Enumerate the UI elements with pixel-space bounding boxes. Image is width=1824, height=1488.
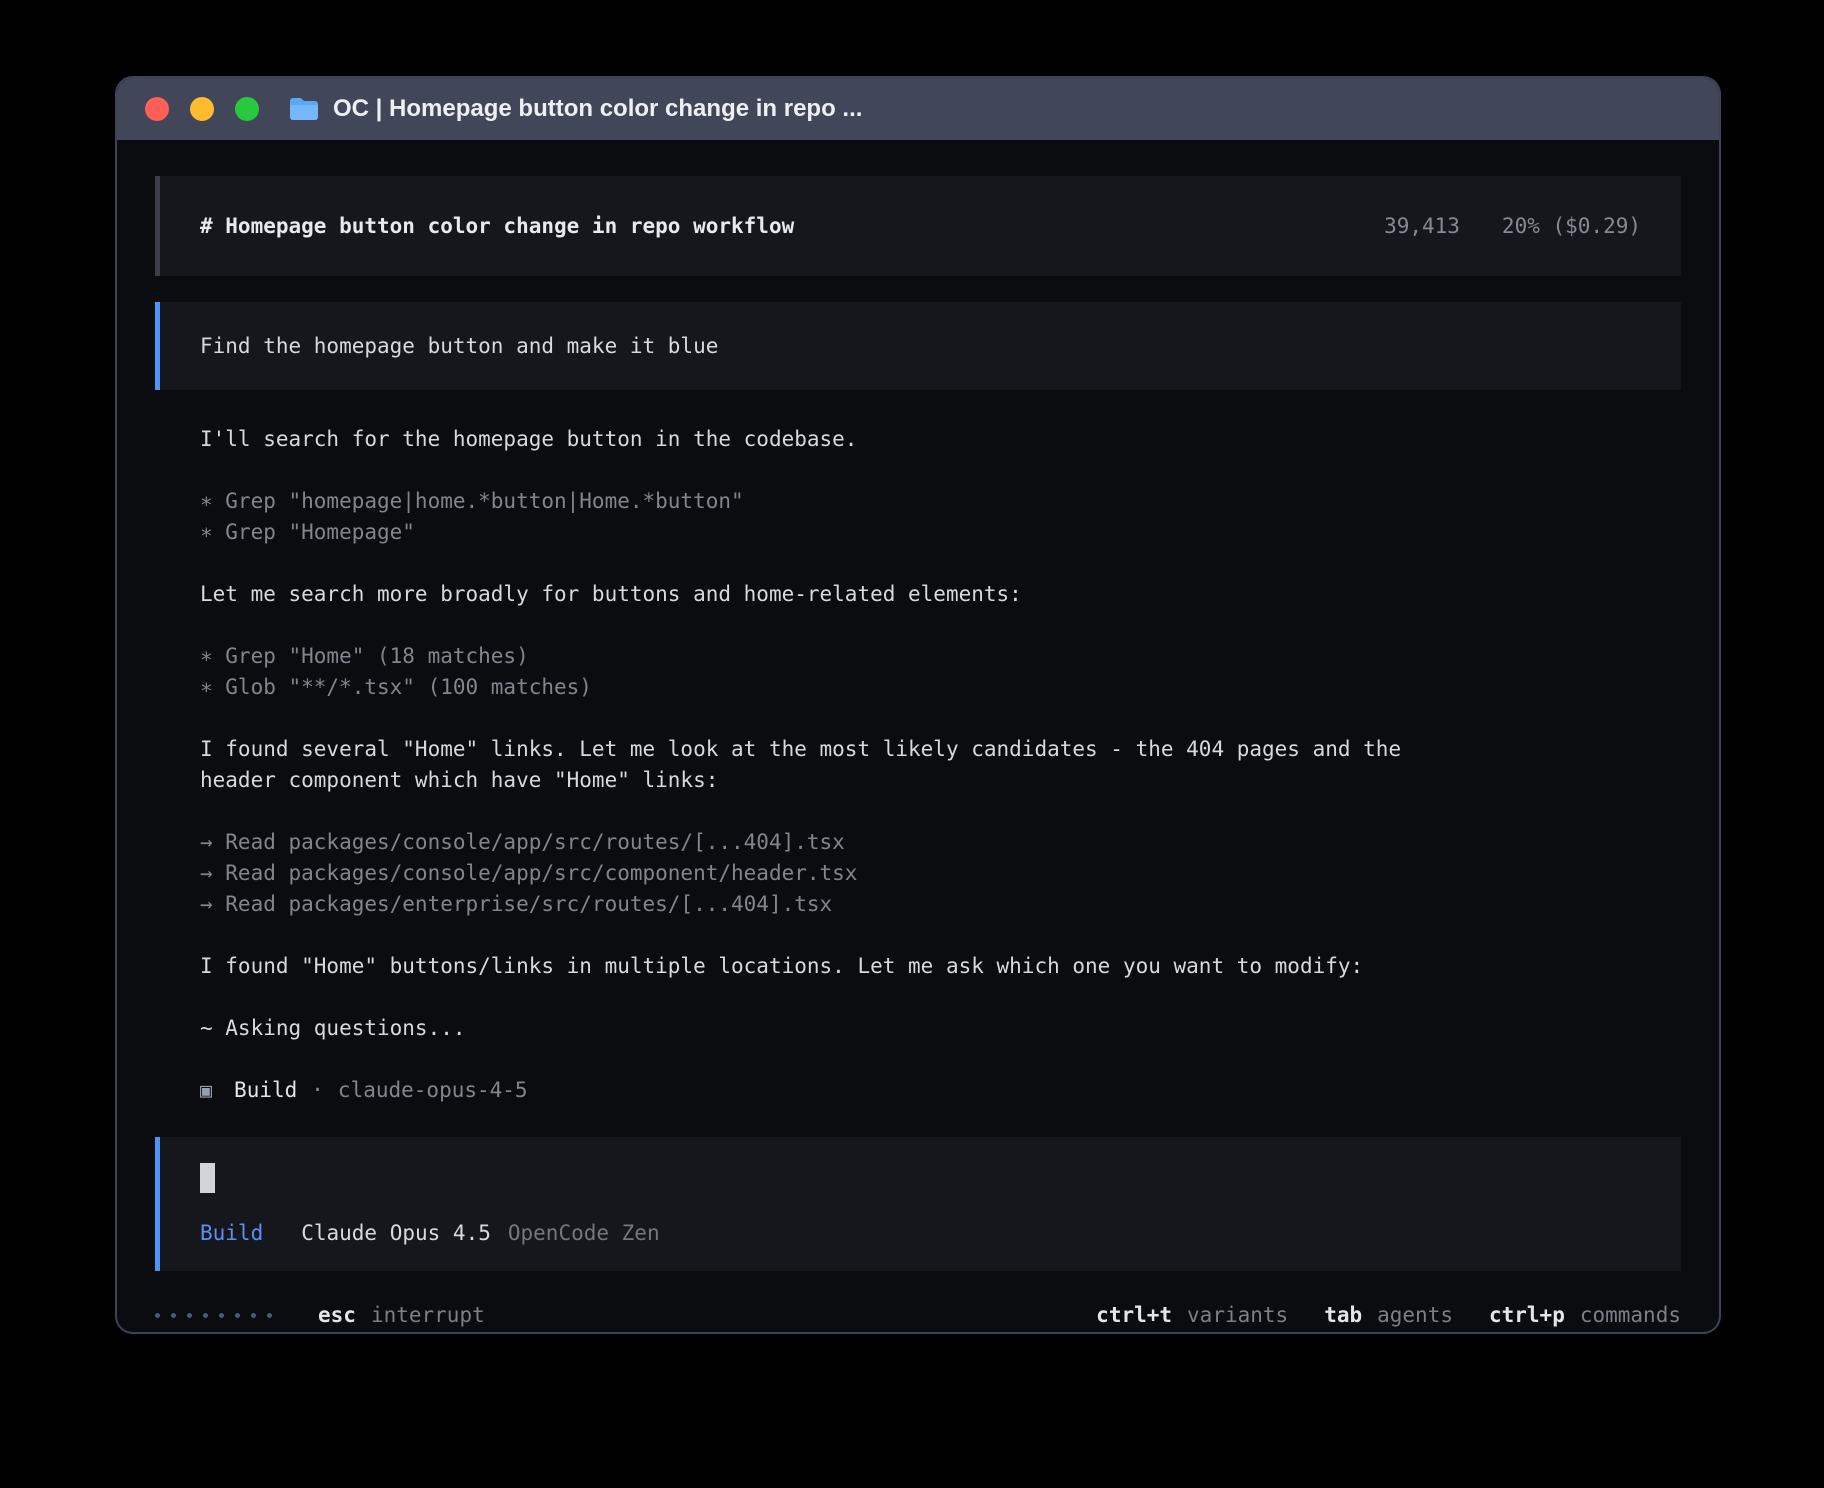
zoom-button[interactable]: [235, 97, 259, 121]
user-message-text: Find the homepage button and make it blu…: [200, 334, 718, 358]
text-cursor: [200, 1163, 215, 1193]
folder-icon: [289, 97, 319, 121]
tool-call-read[interactable]: → Read packages/console/app/src/componen…: [200, 858, 1681, 889]
agent-icon: ▣: [200, 1075, 212, 1106]
session-header: # Homepage button color change in repo w…: [155, 176, 1681, 276]
tool-call-grep[interactable]: ∗ Grep "homepage|home.*button|Home.*butt…: [200, 486, 1681, 517]
session-stats: 39,413 20% ($0.29): [1384, 214, 1641, 238]
traffic-lights: [145, 97, 259, 121]
model-label[interactable]: Claude Opus 4.5: [301, 1221, 491, 1245]
model-status-line: Build Claude Opus 4.5 OpenCode Zen: [200, 1221, 1641, 1245]
close-button[interactable]: [145, 97, 169, 121]
tool-call-grep[interactable]: ∗ Grep "Homepage": [200, 517, 1681, 548]
esc-key: esc: [318, 1303, 356, 1327]
esc-shortcut[interactable]: esc interrupt: [318, 1303, 485, 1327]
conversation: I'll search for the homepage button in t…: [200, 424, 1681, 1137]
assistant-text: I found "Home" buttons/links in multiple…: [200, 951, 1681, 982]
prompt-input[interactable]: Build Claude Opus 4.5 OpenCode Zen: [155, 1137, 1681, 1271]
tool-call-grep[interactable]: ∗ Grep "Home" (18 matches): [200, 641, 1681, 672]
footer-shortcuts: ctrl+t variants tab agents ctrl+p commands: [1096, 1303, 1681, 1327]
session-title: # Homepage button color change in repo w…: [200, 214, 794, 238]
shortcut-label: commands: [1580, 1303, 1681, 1327]
shortcut-key: ctrl+t: [1096, 1303, 1172, 1327]
window-title: OC | Homepage button color change in rep…: [333, 95, 862, 123]
provider-label: OpenCode Zen: [508, 1221, 660, 1245]
shortcut-agents[interactable]: tab agents: [1324, 1303, 1453, 1327]
shortcut-key: tab: [1324, 1303, 1362, 1327]
agent-status-line: ▣ Build · claude-opus-4-5: [200, 1075, 1681, 1106]
assistant-text: header component which have "Home" links…: [200, 765, 1681, 796]
shortcut-commands[interactable]: ctrl+p commands: [1489, 1303, 1681, 1327]
titlebar[interactable]: OC | Homepage button color change in rep…: [117, 78, 1719, 140]
assistant-text: Let me search more broadly for buttons a…: [200, 579, 1681, 610]
spinner-icon: [155, 1313, 272, 1318]
titlebar-title-wrap: OC | Homepage button color change in rep…: [289, 95, 862, 123]
agent-model: claude-opus-4-5: [338, 1075, 528, 1106]
tool-call-read[interactable]: → Read packages/enterprise/src/routes/[.…: [200, 889, 1681, 920]
shortcut-variants[interactable]: ctrl+t variants: [1096, 1303, 1288, 1327]
terminal-content: # Homepage button color change in repo w…: [117, 140, 1719, 1332]
terminal-window: OC | Homepage button color change in rep…: [115, 76, 1721, 1334]
tool-call-glob[interactable]: ∗ Glob "**/*.tsx" (100 matches): [200, 672, 1681, 703]
minimize-button[interactable]: [190, 97, 214, 121]
status-bar: esc interrupt ctrl+t variants tab agents ct…: [155, 1299, 1681, 1331]
context-usage: 20% ($0.29): [1502, 214, 1641, 238]
assistant-text: I found several "Home" links. Let me loo…: [200, 734, 1681, 765]
agent-separator: ·: [311, 1075, 324, 1106]
shortcut-label: agents: [1377, 1303, 1453, 1327]
esc-label: interrupt: [371, 1303, 485, 1327]
assistant-text: I'll search for the homepage button in t…: [200, 424, 1681, 455]
shortcut-label: variants: [1187, 1303, 1288, 1327]
shortcut-key: ctrl+p: [1489, 1303, 1565, 1327]
user-message-block: Find the homepage button and make it blu…: [155, 302, 1681, 390]
status-text: ~ Asking questions...: [200, 1013, 1681, 1044]
mode-label[interactable]: Build: [200, 1221, 263, 1245]
tool-call-read[interactable]: → Read packages/console/app/src/routes/[…: [200, 827, 1681, 858]
token-count: 39,413: [1384, 214, 1460, 238]
agent-name: Build: [234, 1075, 297, 1106]
